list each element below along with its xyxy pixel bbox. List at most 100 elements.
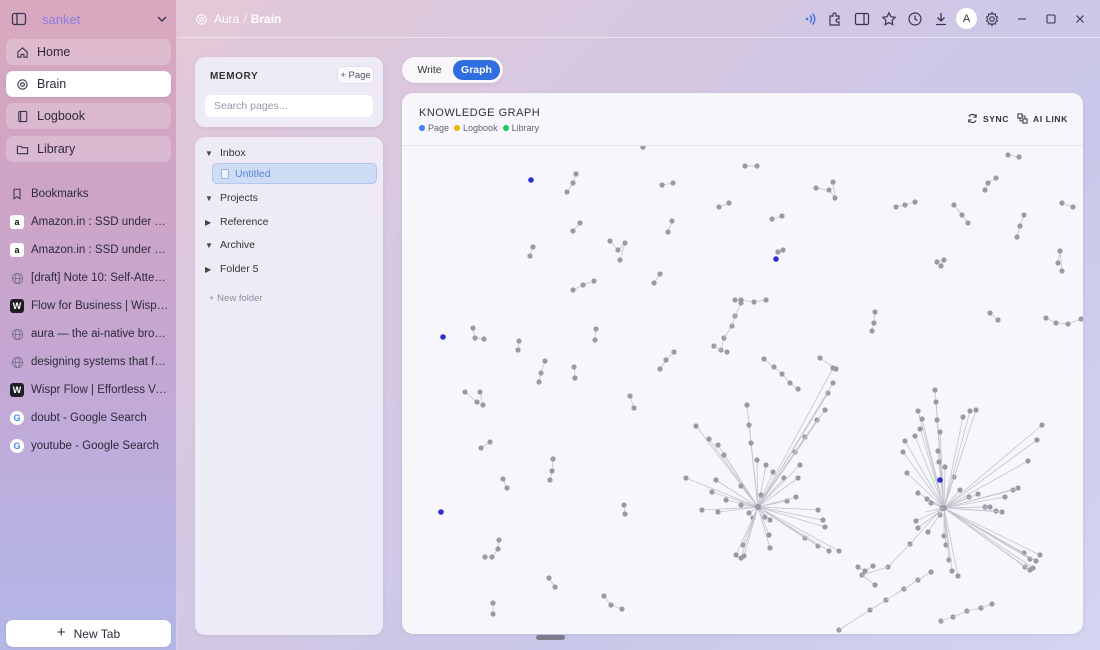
graph-node[interactable] [987, 504, 993, 510]
graph-node[interactable] [570, 287, 576, 293]
tab-item[interactable]: W Flow for Business | Wispr F... [10, 295, 170, 317]
graph-node[interactable] [669, 218, 675, 224]
graph-node[interactable] [472, 335, 478, 341]
graph-node[interactable] [936, 459, 942, 465]
graph-node[interactable] [495, 546, 501, 552]
graph-node[interactable] [967, 408, 973, 414]
graph-node[interactable] [993, 508, 999, 514]
graph-node[interactable] [608, 602, 614, 608]
graph-node[interactable] [1053, 320, 1059, 326]
new-folder-button[interactable]: + New folder [209, 293, 263, 304]
graph-node[interactable] [913, 518, 919, 524]
graph-node[interactable] [949, 568, 955, 574]
graph-node[interactable] [795, 386, 801, 392]
split-view-icon[interactable] [854, 11, 870, 27]
graph-node[interactable] [716, 204, 722, 210]
graph-node[interactable] [912, 199, 918, 205]
graph-node[interactable] [1014, 234, 1020, 240]
graph-node[interactable] [640, 146, 646, 150]
write-tab[interactable]: Write [407, 60, 452, 80]
graph-node[interactable] [826, 187, 832, 193]
graph-node[interactable] [527, 253, 533, 259]
graph-node[interactable] [781, 475, 787, 481]
graph-node[interactable] [733, 552, 739, 558]
graph-node[interactable] [836, 548, 842, 554]
graph-node[interactable] [748, 440, 754, 446]
graph-node[interactable] [935, 448, 941, 454]
graph-node[interactable] [622, 511, 628, 517]
ai-link-button[interactable]: AI LINK [1017, 113, 1068, 124]
graph-node-page[interactable] [438, 509, 444, 515]
tree-folder-projects[interactable]: ▼ Projects [205, 189, 258, 207]
graph-node[interactable] [982, 187, 988, 193]
tab-item[interactable]: a Amazon.in : SSD under 10... [10, 211, 170, 233]
new-tab-button[interactable]: + New Tab [6, 620, 171, 647]
graph-node[interactable] [795, 475, 801, 481]
graph-node[interactable] [1015, 485, 1021, 491]
graph-node[interactable] [481, 336, 487, 342]
tab-item[interactable]: aura — the ai-native brow... [10, 323, 170, 345]
graph-node[interactable] [665, 229, 671, 235]
graph-node[interactable] [699, 507, 705, 513]
graph-node[interactable] [758, 492, 764, 498]
graph-node[interactable] [738, 555, 744, 561]
graph-node[interactable] [470, 325, 476, 331]
graph-node[interactable] [496, 537, 502, 543]
graph-node[interactable] [738, 502, 744, 508]
tab-item[interactable]: G youtube - Google Search [10, 435, 170, 457]
graph-node[interactable] [706, 436, 712, 442]
graph-node[interactable] [793, 494, 799, 500]
graph-node[interactable] [763, 462, 769, 468]
graph-node[interactable] [995, 317, 1001, 323]
graph-node[interactable] [1002, 494, 1008, 500]
graph-node[interactable] [1065, 321, 1071, 327]
graph-node[interactable] [928, 569, 934, 575]
graph-node[interactable] [490, 600, 496, 606]
graph-node[interactable] [516, 338, 522, 344]
minimize-icon[interactable] [1014, 11, 1030, 27]
graph-node[interactable] [855, 564, 861, 570]
graph-node[interactable] [500, 476, 506, 482]
graph-node[interactable] [615, 247, 621, 253]
graph-node[interactable] [617, 257, 623, 263]
add-page-button[interactable]: + Page [337, 66, 374, 84]
graph-tab[interactable]: Graph [453, 60, 500, 80]
graph-node[interactable] [1037, 552, 1043, 558]
tab-item[interactable]: [draft] Note 10: Self-Attent... [10, 267, 170, 289]
breadcrumb-root[interactable]: Aura [214, 12, 239, 26]
graph-node[interactable] [580, 282, 586, 288]
sync-button[interactable]: SYNC [967, 113, 1009, 124]
graph-node[interactable] [754, 457, 760, 463]
graph-node[interactable] [941, 257, 947, 263]
graph-node[interactable] [934, 259, 940, 265]
graph-node[interactable] [1034, 437, 1040, 443]
graph-node[interactable] [1043, 315, 1049, 321]
graph-node[interactable] [779, 371, 785, 377]
graph-node[interactable] [951, 202, 957, 208]
tree-folder-5[interactable]: ▶ Folder 5 [205, 260, 259, 278]
graph-node[interactable] [872, 309, 878, 315]
graph-node[interactable] [959, 212, 965, 218]
graph-node[interactable] [622, 240, 628, 246]
graph-node[interactable] [1021, 212, 1027, 218]
graph-node[interactable] [960, 414, 966, 420]
graph-node[interactable] [822, 524, 828, 530]
graph-node[interactable] [627, 393, 633, 399]
graph-node[interactable] [832, 195, 838, 201]
graph-node[interactable] [715, 509, 721, 515]
graph-node-page[interactable] [937, 477, 943, 483]
profile-name[interactable]: sanket [42, 12, 80, 27]
graph-node[interactable] [489, 554, 495, 560]
graph-node[interactable] [1055, 260, 1061, 266]
graph-node[interactable] [934, 417, 940, 423]
graph-node[interactable] [987, 310, 993, 316]
graph-node[interactable] [965, 220, 971, 226]
graph-node[interactable] [738, 300, 744, 306]
sidebar-item-home[interactable]: Home [6, 39, 171, 65]
graph-node[interactable] [813, 185, 819, 191]
history-icon[interactable] [907, 11, 923, 27]
graph-node[interactable] [830, 380, 836, 386]
graph-node[interactable] [973, 407, 979, 413]
graph-node[interactable] [490, 611, 496, 617]
graph-node[interactable] [763, 297, 769, 303]
